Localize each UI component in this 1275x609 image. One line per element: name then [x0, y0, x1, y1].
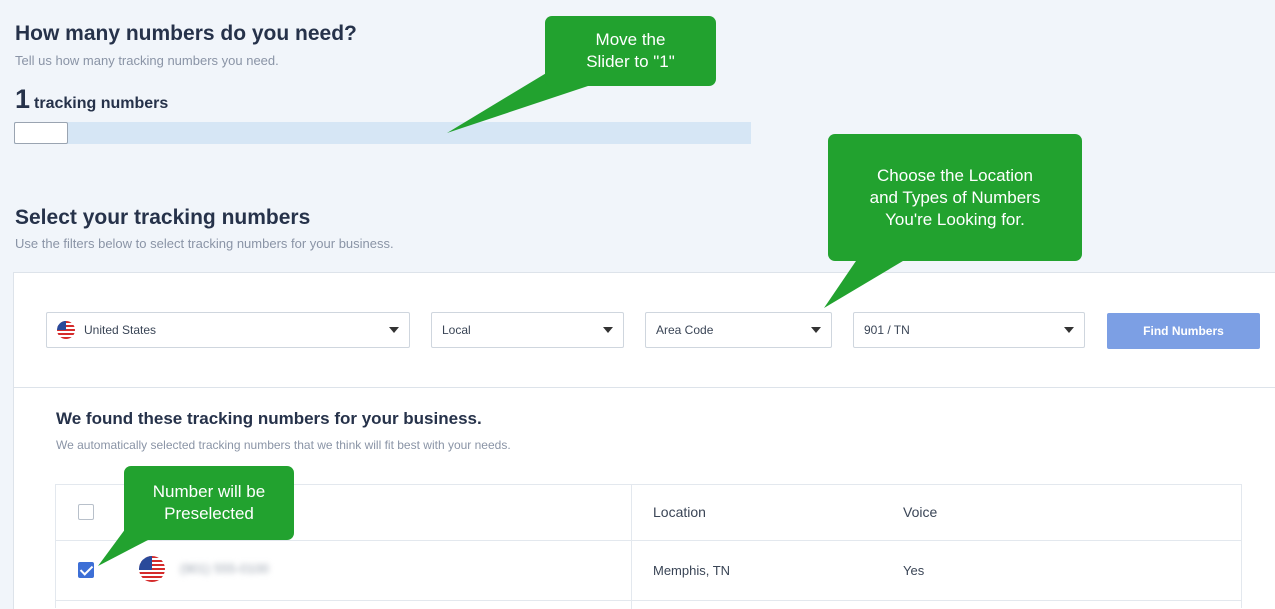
- tracking-count-display: 1 tracking numbers: [15, 84, 168, 115]
- select-all-checkbox[interactable]: [78, 504, 94, 520]
- results-title: We found these tracking numbers for your…: [56, 409, 482, 428]
- header-divider: [56, 540, 1241, 541]
- chevron-down-icon: [603, 327, 613, 333]
- numbers-slider[interactable]: [14, 122, 751, 144]
- number-type-select[interactable]: Local: [431, 312, 624, 348]
- phone-number: (901) 555-0100: [180, 561, 269, 576]
- chevron-down-icon: [811, 327, 821, 333]
- preselected-callout: Number will be Preselected: [124, 466, 294, 540]
- column-divider: [631, 485, 632, 609]
- tracking-count-value: 1: [15, 84, 31, 114]
- us-flag-icon: [57, 321, 75, 339]
- slider-callout: Move the Slider to "1": [545, 16, 716, 86]
- numbers-section-subtitle: Tell us how many tracking numbers you ne…: [15, 53, 279, 68]
- column-header-location: Location: [653, 504, 706, 520]
- row-location: Memphis, TN: [653, 563, 731, 578]
- column-header-voice: Voice: [903, 504, 938, 520]
- filters-callout: Choose the Location and Types of Numbers…: [828, 134, 1082, 261]
- filters-divider: [13, 387, 1275, 388]
- chevron-down-icon: [1064, 327, 1074, 333]
- find-numbers-button[interactable]: Find Numbers: [1107, 313, 1260, 349]
- us-flag-icon: [139, 556, 165, 582]
- row-checkbox[interactable]: [78, 562, 94, 578]
- area-code-select[interactable]: 901 / TN: [853, 312, 1085, 348]
- results-subtitle: We automatically selected tracking numbe…: [56, 438, 511, 452]
- search-by-value: Area Code: [656, 323, 714, 337]
- country-select[interactable]: United States: [46, 312, 410, 348]
- area-code-value: 901 / TN: [864, 323, 910, 337]
- slider-thumb[interactable]: [14, 122, 68, 144]
- row-divider: [56, 600, 1241, 601]
- number-type-value: Local: [442, 323, 471, 337]
- row-voice: Yes: [903, 563, 925, 578]
- select-section-subtitle: Use the filters below to select tracking…: [15, 236, 394, 251]
- chevron-down-icon: [389, 327, 399, 333]
- country-select-value: United States: [84, 323, 157, 337]
- numbers-section-title: How many numbers do you need?: [15, 22, 357, 45]
- select-section-title: Select your tracking numbers: [15, 206, 311, 229]
- search-by-select[interactable]: Area Code: [645, 312, 832, 348]
- tracking-count-unit: tracking numbers: [34, 95, 169, 112]
